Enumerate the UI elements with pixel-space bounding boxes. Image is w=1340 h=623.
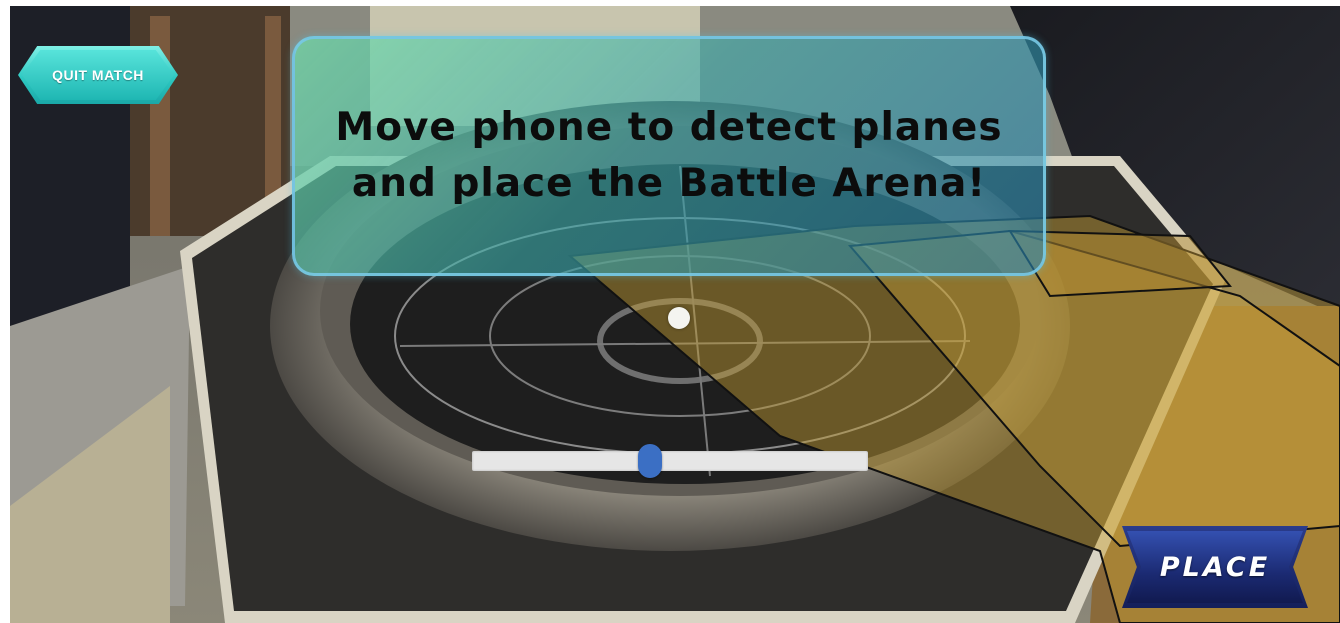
- place-label: PLACE: [1159, 551, 1271, 583]
- instruction-panel: Move phone to detect planes and place th…: [292, 36, 1046, 276]
- slider-handle[interactable]: [638, 444, 663, 478]
- quit-match-label: QUIT MATCH: [52, 67, 144, 83]
- arena-scale-slider[interactable]: [472, 444, 868, 478]
- placement-reticle-dot: [668, 307, 690, 329]
- slider-track[interactable]: [472, 451, 868, 471]
- instruction-text: Move phone to detect planes and place th…: [335, 105, 1003, 206]
- place-button[interactable]: PLACE: [1122, 526, 1308, 608]
- quit-match-button[interactable]: QUIT MATCH: [18, 46, 178, 104]
